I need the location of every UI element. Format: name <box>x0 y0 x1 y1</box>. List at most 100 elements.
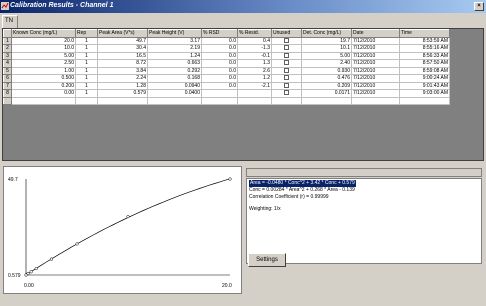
cell-known[interactable]: 0.00 <box>11 89 76 98</box>
cell-height[interactable]: 0.0940 <box>147 81 202 90</box>
cell-height[interactable]: 0.0400 <box>147 89 202 98</box>
table-row[interactable]: 4 2.50 1 8.72 0.663 0.0 1.3 2.40 7/12/2010 8:57:5… <box>3 59 450 68</box>
cell-time[interactable]: 8:53:59 AM <box>399 36 450 45</box>
cell-rep[interactable]: 1 <box>75 89 98 98</box>
cell-rsd[interactable]: 0.0 <box>201 59 238 68</box>
cell-area[interactable]: 1.28 <box>97 81 148 90</box>
cell-resid[interactable] <box>237 89 272 98</box>
cell-known[interactable]: 10.0 <box>11 44 76 53</box>
cell-time[interactable]: 8:59:08 AM <box>399 66 450 75</box>
cell-rep[interactable]: 1 <box>75 36 98 45</box>
cell-resid[interactable]: 0.4 <box>237 36 272 45</box>
cell-known[interactable]: 5.00 <box>11 51 76 60</box>
unused-checkbox[interactable] <box>284 67 289 73</box>
cell-resid[interactable]: 1.2 <box>237 74 272 83</box>
cell-time[interactable]: 8:57:50 AM <box>399 59 450 68</box>
cell-resid[interactable]: 1.3 <box>237 59 272 68</box>
cell-date[interactable]: 7/12/2010 <box>351 81 400 90</box>
cell-rep[interactable]: 1 <box>75 66 98 75</box>
col-header[interactable]: Peak Area (V*s) <box>97 29 148 38</box>
cell-area[interactable]: 0.579 <box>97 89 148 98</box>
col-header[interactable]: % Resid. <box>237 29 272 38</box>
cell-det[interactable]: 5.00 <box>301 51 352 60</box>
unused-checkbox[interactable] <box>284 90 289 96</box>
col-header[interactable]: Rep <box>75 29 98 38</box>
cell-resid[interactable]: -0.1 <box>237 51 272 60</box>
unused-checkbox[interactable] <box>284 45 289 51</box>
row-header[interactable]: 1 <box>3 36 12 45</box>
unused-checkbox[interactable] <box>284 75 289 81</box>
table-row[interactable]: 5 1.00 1 3.84 0.292 0.0 2.6 0.930 7/12/2010 8:59:… <box>3 66 450 75</box>
cell-rep[interactable]: 1 <box>75 59 98 68</box>
cell-det[interactable]: 0.476 <box>301 74 352 83</box>
cell-rsd[interactable]: 0.0 <box>201 51 238 60</box>
cell-date[interactable]: 7/12/2010 <box>351 44 400 53</box>
col-header[interactable]: % RSD <box>201 29 238 38</box>
col-header[interactable]: Unused <box>271 29 302 38</box>
cell-height[interactable]: 1.24 <box>147 51 202 60</box>
row-header[interactable]: 5 <box>3 66 12 75</box>
cell-date[interactable]: 7/12/2010 <box>351 36 400 45</box>
table-row[interactable]: 2 10.0 1 30.4 2.19 0.0 -1.3 10.1 7/12/2010 8:55:1… <box>3 44 450 53</box>
cell-rep[interactable]: 1 <box>75 81 98 90</box>
cell-rsd[interactable]: 0.0 <box>201 36 238 45</box>
unused-checkbox[interactable] <box>284 60 289 66</box>
cell-height[interactable]: 3.17 <box>147 36 202 45</box>
cell-time[interactable]: 9:01:43 AM <box>399 81 450 90</box>
row-header[interactable]: 4 <box>3 59 12 68</box>
cell-rsd[interactable] <box>201 89 238 98</box>
col-header[interactable]: Known Conc (mg/L) <box>11 29 76 38</box>
cell-height[interactable]: 0.663 <box>147 59 202 68</box>
cell-rep[interactable]: 1 <box>75 74 98 83</box>
cell-rsd[interactable]: 0.0 <box>201 81 238 90</box>
table-row[interactable]: 3 5.00 1 16.5 1.24 0.0 -0.1 5.00 7/12/2010 8:56:3… <box>3 51 450 60</box>
unused-checkbox[interactable] <box>284 52 289 58</box>
cell-height[interactable]: 2.19 <box>147 44 202 53</box>
tab-tn[interactable]: TN <box>2 15 18 28</box>
table-row[interactable]: 7 0.200 1 1.28 0.0940 0.0 -2.1 0.209 7/12/2010 9:… <box>3 81 450 90</box>
row-header[interactable]: 7 <box>3 81 12 90</box>
cell-known[interactable]: 2.50 <box>11 59 76 68</box>
cell-area[interactable]: 16.5 <box>97 51 148 60</box>
cell-time[interactable]: 8:56:33 AM <box>399 51 450 60</box>
col-header[interactable]: Peak Height (V) <box>147 29 202 38</box>
unused-checkbox[interactable] <box>284 37 289 43</box>
cell-time[interactable]: 9:03:00 AM <box>399 89 450 98</box>
col-header[interactable]: Date <box>351 29 400 38</box>
cell-area[interactable]: 49.7 <box>97 36 148 45</box>
cell-height[interactable]: 0.292 <box>147 66 202 75</box>
cell-known[interactable]: 0.500 <box>11 74 76 83</box>
cell-resid[interactable]: -2.1 <box>237 81 272 90</box>
cell-date[interactable]: 7/12/2010 <box>351 51 400 60</box>
cell-height[interactable]: 0.168 <box>147 74 202 83</box>
cell-date[interactable]: 7/12/2010 <box>351 89 400 98</box>
cell-area[interactable]: 2.24 <box>97 74 148 83</box>
cell-time[interactable]: 9:00:24 AM <box>399 74 450 83</box>
col-header[interactable]: Time <box>399 29 450 38</box>
cell-rep[interactable]: 1 <box>75 44 98 53</box>
settings-button[interactable]: Settings <box>248 253 286 267</box>
cell-det[interactable]: 0.209 <box>301 81 352 90</box>
cell-det[interactable]: 0.0171 <box>301 89 352 98</box>
cell-det[interactable]: 10.1 <box>301 44 352 53</box>
col-header[interactable]: Det. Conc (mg/L) <box>301 29 352 38</box>
row-header[interactable]: 6 <box>3 74 12 83</box>
cell-date[interactable]: 7/12/2010 <box>351 74 400 83</box>
cell-time[interactable]: 8:55:16 AM <box>399 44 450 53</box>
row-header[interactable]: 3 <box>3 51 12 60</box>
cell-area[interactable]: 3.84 <box>97 66 148 75</box>
cell-date[interactable]: 7/12/2010 <box>351 66 400 75</box>
cell-known[interactable]: 0.200 <box>11 81 76 90</box>
close-button[interactable]: × <box>474 2 484 11</box>
cell-det[interactable]: 2.40 <box>301 59 352 68</box>
table-row[interactable]: 8 0.00 1 0.579 0.0400 0.0171 7/12/2010 9:03:00 … <box>3 89 450 98</box>
row-header[interactable]: 2 <box>3 44 12 53</box>
fit-equation[interactable]: Area = -0.0480 * Conc^2 + 3.42 * Conc + … <box>249 180 356 187</box>
cell-det[interactable]: 19.7 <box>301 36 352 45</box>
cell-area[interactable]: 8.72 <box>97 59 148 68</box>
cell-resid[interactable]: 2.6 <box>237 66 272 75</box>
cell-known[interactable]: 1.00 <box>11 66 76 75</box>
cell-rep[interactable]: 1 <box>75 51 98 60</box>
cell-rsd[interactable]: 0.0 <box>201 44 238 53</box>
cell-rsd[interactable]: 0.0 <box>201 66 238 75</box>
